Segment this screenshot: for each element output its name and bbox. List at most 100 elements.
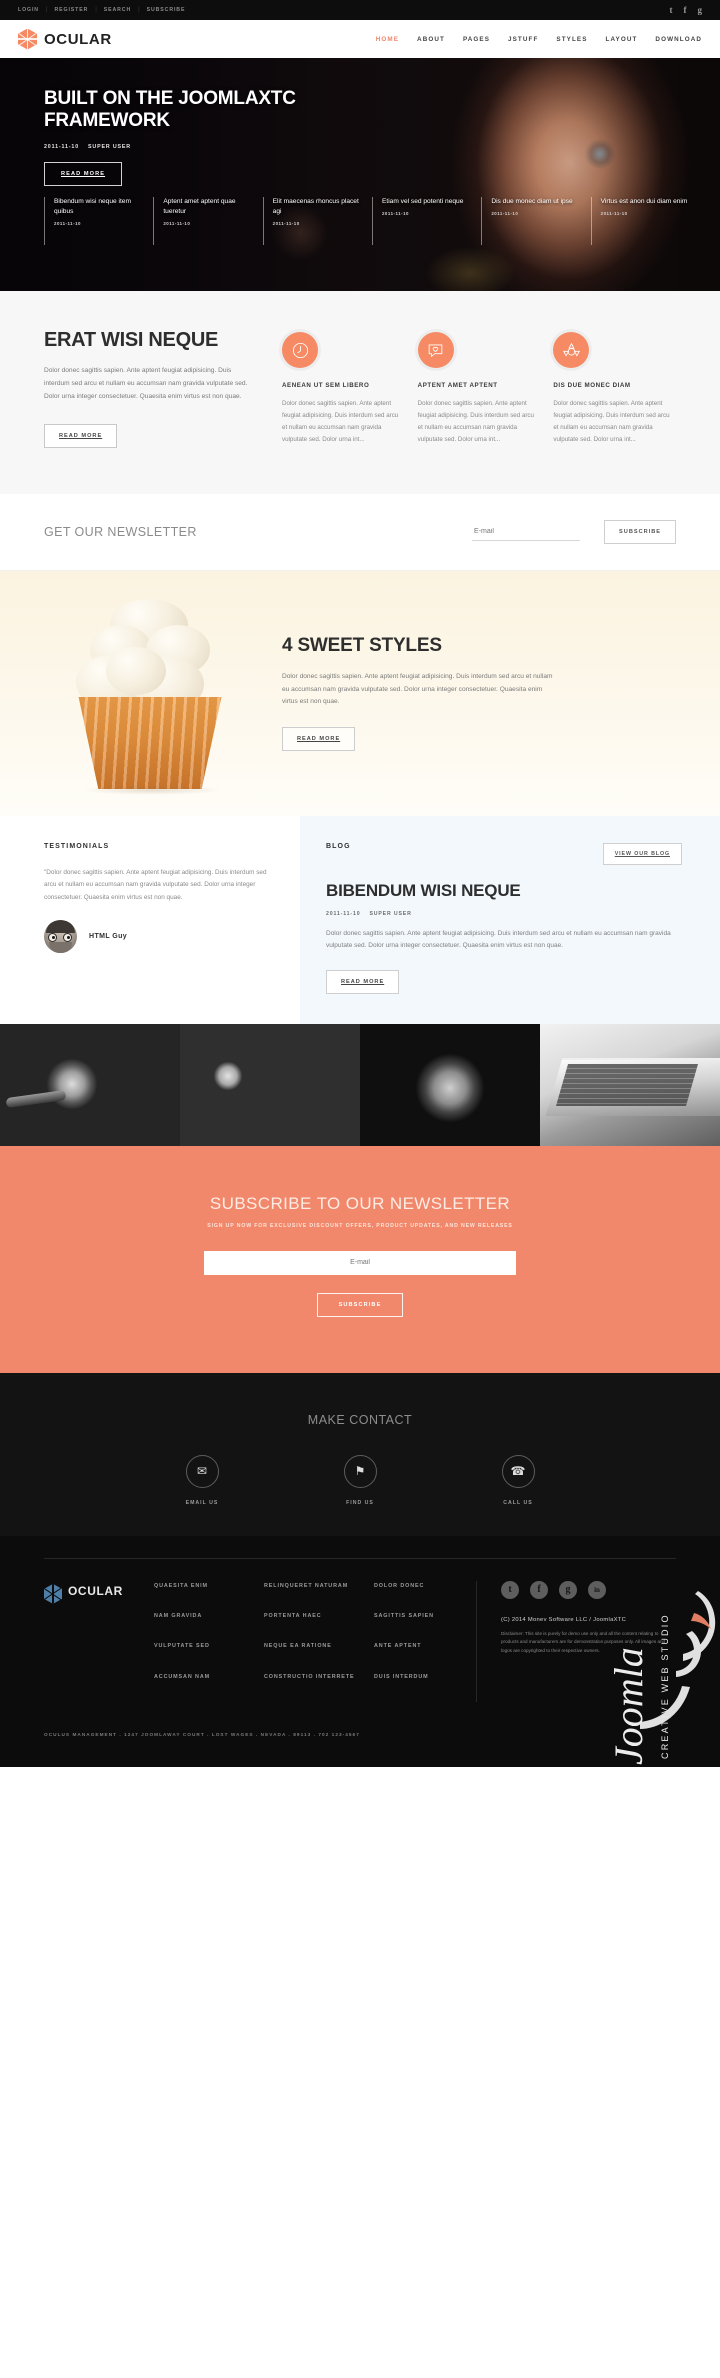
nav-item-layout[interactable]: LAYOUT bbox=[606, 36, 638, 43]
footer-disclaimer: Disclaimer: This site is purely for demo… bbox=[501, 1630, 666, 1653]
footer-top: OCULAR QUAESITA ENIM NAM GRAVIDA VULPUTA… bbox=[44, 1557, 676, 1702]
newsletter-email-input[interactable] bbox=[472, 522, 581, 541]
hero-article-item[interactable]: Etiam vel sed potenti neque 2011-11-10 bbox=[371, 197, 481, 245]
topbar-link-search[interactable]: SEARCH bbox=[97, 7, 138, 13]
cta-heading: SUBSCRIBE TO OUR NEWSLETTER bbox=[209, 1193, 511, 1213]
newsletter-subscribe-button[interactable]: SUBSCRIBE bbox=[604, 519, 676, 544]
cta-subheading: SIGN UP NOW FOR EXCLUSIVE DISCOUNT OFFER… bbox=[207, 1222, 513, 1229]
googleplus-icon[interactable]: g bbox=[698, 5, 703, 15]
footer-link[interactable]: ANTE APTENT bbox=[374, 1641, 476, 1651]
twitter-icon[interactable]: t bbox=[501, 1580, 519, 1599]
hero-article-date: 2011-11-10 bbox=[163, 220, 191, 226]
contact-item-call[interactable]: ☎ CALL US bbox=[475, 1454, 561, 1506]
footer-column: RELINQUERET NATURAM PORTENTA HAEC NEQUE … bbox=[264, 1581, 366, 1702]
footer-info: t f g in (C) 2014 Monev Software LLC / J… bbox=[476, 1580, 676, 1702]
contact-item-email[interactable]: ✉ EMAIL US bbox=[159, 1454, 245, 1506]
gallery-image-laptop[interactable] bbox=[540, 1023, 720, 1146]
contact-section: MAKE CONTACT ✉ EMAIL US ⚑ FIND US ☎ CALL… bbox=[0, 1372, 720, 1536]
footer-social: t f g in bbox=[501, 1580, 676, 1599]
gallery-image-gauges[interactable] bbox=[180, 1023, 360, 1146]
hero-article-title: Elit maecenas rhoncus placet agi bbox=[272, 198, 359, 215]
blog-post-heading: BIBENDUM WISI NEQUE bbox=[326, 880, 521, 900]
view-our-blog-button[interactable]: VIEW OUR BLOG bbox=[602, 842, 682, 865]
hero-banner: BUILT ON THE JOOMLAXTC FRAMEWORK 2011-11… bbox=[0, 58, 720, 291]
feature-text: Dolor donec sagittis sapien. Ante aptent… bbox=[282, 400, 399, 444]
hero-article-item[interactable]: Virtus est anon dui diam enim 2011-11-10 bbox=[590, 197, 700, 245]
hero-article-item[interactable]: Aptent amet aptent quae tueretur 2011-11… bbox=[153, 197, 262, 245]
nav-item-jstuff[interactable]: JSTUFF bbox=[508, 36, 538, 43]
sweet-styles-paragraph: Dolor donec sagittis sapien. Ante aptent… bbox=[282, 672, 553, 706]
feature-title: DIS DUE MONEC DIAM bbox=[553, 382, 631, 389]
footer-link[interactable]: CONSTRUCTIO INTERRETE bbox=[264, 1672, 366, 1682]
gallery-image-fan[interactable] bbox=[360, 1023, 540, 1146]
hero-title: BUILT ON THE JOOMLAXTC FRAMEWORK bbox=[44, 88, 296, 131]
topbar-link-subscribe[interactable]: SUBSCRIBE bbox=[140, 7, 193, 13]
blog-read-more-button[interactable]: READ MORE bbox=[326, 969, 400, 994]
footer-link[interactable]: QUAESITA ENIM bbox=[154, 1581, 256, 1591]
footer-link[interactable]: VULPUTATE SED bbox=[154, 1641, 256, 1651]
feature-text: Dolor donec sagittis sapien. Ante aptent… bbox=[553, 400, 670, 444]
nav-item-download[interactable]: DOWNLOAD bbox=[655, 36, 702, 43]
topbar-social: t f g bbox=[670, 5, 703, 15]
site-footer: OCULAR QUAESITA ENIM NAM GRAVIDA VULPUTA… bbox=[0, 1535, 720, 1767]
twitter-icon[interactable]: t bbox=[670, 5, 673, 15]
features-columns: AENEAN UT SEM LIBERO Dolor donec sagitti… bbox=[282, 330, 676, 448]
main-navigation: HOME ABOUT PAGES JSTUFF STYLES LAYOUT DO… bbox=[376, 36, 702, 43]
contact-label-call: CALL US bbox=[503, 1499, 533, 1506]
footer-link[interactable]: RELINQUERET NATURAM bbox=[264, 1581, 366, 1591]
footer-brand[interactable]: OCULAR bbox=[44, 1581, 148, 1702]
brand-name: OCULAR bbox=[44, 30, 112, 48]
cta-subscribe-button[interactable]: SUBSCRIBE bbox=[317, 1292, 403, 1317]
hero-article-item[interactable]: Elit maecenas rhoncus placet agi 2011-11… bbox=[262, 197, 372, 245]
blog-post-author: SUPER USER bbox=[369, 910, 412, 917]
hero-read-more-button[interactable]: READ MORE bbox=[44, 162, 123, 187]
feature-title: AENEAN UT SEM LIBERO bbox=[282, 382, 370, 389]
nav-item-pages[interactable]: PAGES bbox=[463, 36, 490, 43]
footer-link[interactable]: DOLOR DONEC bbox=[374, 1581, 476, 1591]
hero-article-item[interactable]: Bibendum wisi neque item quibus 2011-11-… bbox=[44, 197, 153, 245]
footer-link[interactable]: DUIS INTERDUM bbox=[374, 1672, 476, 1682]
hero-article-item[interactable]: Dis due monec diam ut ipse 2011-11-10 bbox=[481, 197, 590, 245]
recycle-icon[interactable] bbox=[553, 332, 590, 368]
footer-link[interactable]: ACCUMSAN NAM bbox=[154, 1672, 256, 1682]
hero-article-date: 2011-11-10 bbox=[491, 210, 519, 216]
linkedin-icon[interactable]: in bbox=[588, 1580, 606, 1599]
contact-items: ✉ EMAIL US ⚑ FIND US ☎ CALL US bbox=[0, 1454, 720, 1506]
facebook-icon[interactable]: f bbox=[530, 1580, 548, 1599]
hexagon-logo-icon bbox=[18, 28, 37, 50]
cupcake-shadow bbox=[82, 785, 222, 796]
footer-link[interactable]: NAM GRAVIDA bbox=[154, 1611, 256, 1621]
clock-icon[interactable] bbox=[282, 332, 318, 368]
brand-logo[interactable]: OCULAR bbox=[18, 28, 112, 50]
nav-item-home[interactable]: HOME bbox=[376, 36, 399, 43]
features-intro: ERAT WISI NEQUE Dolor donec sagittis sap… bbox=[44, 330, 256, 448]
subscribe-cta-section: SUBSCRIBE TO OUR NEWSLETTER SIGN UP NOW … bbox=[0, 1145, 720, 1373]
nav-item-about[interactable]: ABOUT bbox=[417, 36, 445, 43]
sweet-read-more-button[interactable]: READ MORE bbox=[282, 727, 356, 752]
footer-column: QUAESITA ENIM NAM GRAVIDA VULPUTATE SED … bbox=[154, 1581, 256, 1702]
topbar: LOGIN | REGISTER | SEARCH | SUBSCRIBE t … bbox=[0, 0, 720, 20]
nav-item-styles[interactable]: STYLES bbox=[556, 36, 587, 43]
topbar-link-register[interactable]: REGISTER bbox=[48, 7, 96, 13]
contact-heading: MAKE CONTACT bbox=[307, 1412, 413, 1427]
footer-link-columns: QUAESITA ENIM NAM GRAVIDA VULPUTATE SED … bbox=[148, 1581, 476, 1702]
contact-item-find[interactable]: ⚑ FIND US bbox=[317, 1454, 403, 1506]
googleplus-icon[interactable]: g bbox=[559, 1580, 577, 1599]
hero-date: 2011-11-10 bbox=[44, 144, 80, 151]
footer-link[interactable]: PORTENTA HAEC bbox=[264, 1611, 366, 1621]
feature-title: APTENT AMET APTENT bbox=[417, 382, 498, 389]
site-header: OCULAR HOME ABOUT PAGES JSTUFF STYLES LA… bbox=[0, 20, 720, 58]
newsletter-bar: GET OUR NEWSLETTER SUBSCRIBE bbox=[0, 493, 720, 571]
cta-email-input[interactable] bbox=[204, 1250, 516, 1275]
hero-article-title: Etiam vel sed potenti neque bbox=[381, 198, 464, 205]
facebook-icon[interactable]: f bbox=[684, 5, 687, 15]
feature-text: Dolor donec sagittis sapien. Ante aptent… bbox=[417, 400, 534, 444]
testimonials-panel: TESTIMONIALS "Dolor donec sagittis sapie… bbox=[0, 816, 300, 1024]
footer-link[interactable]: SAGITTIS SAPIEN bbox=[374, 1611, 476, 1621]
heart-comment-icon[interactable] bbox=[417, 332, 454, 368]
footer-link[interactable]: NEQUE EA RATIONE bbox=[264, 1641, 366, 1651]
testimonials-label: TESTIMONIALS bbox=[44, 842, 110, 850]
features-read-more-button[interactable]: READ MORE bbox=[44, 423, 118, 448]
gallery-image-valve[interactable] bbox=[0, 1023, 180, 1146]
topbar-link-login[interactable]: LOGIN bbox=[18, 7, 46, 13]
